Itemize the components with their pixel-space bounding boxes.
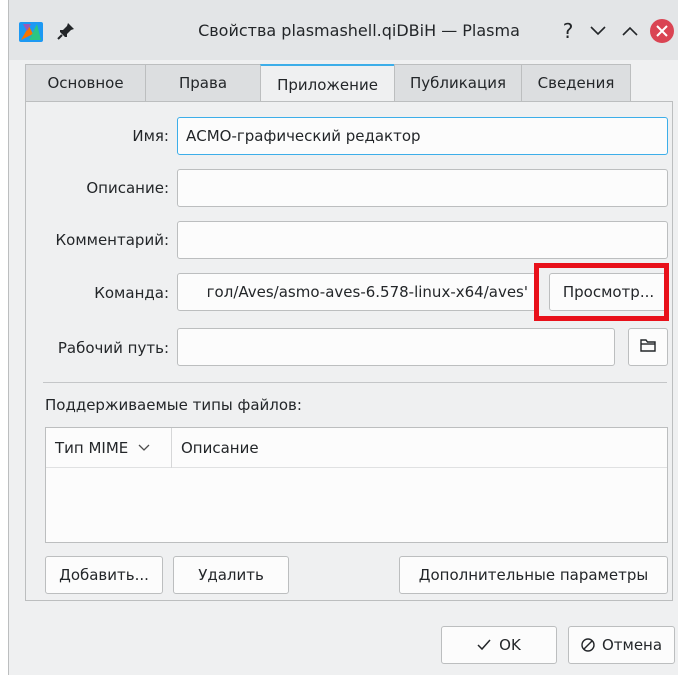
command-label: Команда: xyxy=(94,284,169,302)
advanced-options-button[interactable]: Дополнительные параметры xyxy=(399,556,668,594)
help-icon[interactable]: ? xyxy=(557,19,579,43)
chevron-down-icon xyxy=(138,441,150,455)
tab-sharing[interactable]: Публикация xyxy=(394,64,521,102)
supported-types-label: Поддерживаемые типы файлов: xyxy=(45,396,302,414)
cancel-button[interactable]: Отмена xyxy=(568,626,675,664)
close-icon[interactable] xyxy=(650,19,674,43)
workdir-label: Рабочий путь: xyxy=(57,339,169,357)
minimize-icon[interactable] xyxy=(587,20,609,42)
title-bar[interactable]: Свойства plasmashell.qiDBiH — Plasma ? xyxy=(9,0,678,60)
tab-details[interactable]: Сведения xyxy=(521,64,631,102)
comment-field[interactable] xyxy=(177,221,668,259)
command-field[interactable]: гол/Aves/asmo-aves-6.578-linux-x64/aves' xyxy=(177,273,537,311)
ok-button[interactable]: OK xyxy=(441,626,557,664)
name-value: АСМО-графический редактор xyxy=(186,127,421,145)
separator xyxy=(43,382,667,383)
comment-label: Комментарий: xyxy=(55,231,170,249)
cancel-icon xyxy=(581,638,595,652)
tab-application[interactable]: Приложение xyxy=(260,64,394,103)
tab-general[interactable]: Основное xyxy=(25,64,145,102)
name-label: Имя: xyxy=(132,127,169,145)
folder-icon xyxy=(640,338,656,356)
browse-button-highlight xyxy=(534,263,669,321)
cancel-label: Отмена xyxy=(601,636,663,654)
check-icon xyxy=(477,639,491,651)
remove-button[interactable]: Удалить xyxy=(173,556,289,594)
tab-bar: Основное Права Приложение Публикация Све… xyxy=(25,64,631,103)
command-value: гол/Aves/asmo-aves-6.578-linux-x64/aves' xyxy=(206,283,528,301)
maximize-icon[interactable] xyxy=(619,20,641,42)
ok-label: OK xyxy=(499,636,521,654)
folder-browse-button[interactable] xyxy=(628,328,668,366)
description-field[interactable] xyxy=(177,169,668,207)
pin-icon[interactable] xyxy=(57,22,75,40)
column-header-mime[interactable]: Тип MIME xyxy=(46,428,172,468)
table-header: Тип MIME Описание xyxy=(46,428,667,468)
description-label: Описание: xyxy=(86,179,169,197)
name-field[interactable]: АСМО-графический редактор xyxy=(177,117,668,155)
add-button[interactable]: Добавить... xyxy=(45,556,163,594)
plasma-app-icon[interactable] xyxy=(19,22,43,42)
column-header-description[interactable]: Описание xyxy=(172,428,259,468)
mime-types-table[interactable]: Тип MIME Описание xyxy=(45,427,668,543)
window-title: Свойства plasmashell.qiDBiH — Plasma xyxy=(198,21,520,40)
workdir-field[interactable] xyxy=(177,328,615,366)
tab-permissions[interactable]: Права xyxy=(145,64,260,102)
properties-dialog: Свойства plasmashell.qiDBiH — Plasma ? О… xyxy=(8,0,678,675)
